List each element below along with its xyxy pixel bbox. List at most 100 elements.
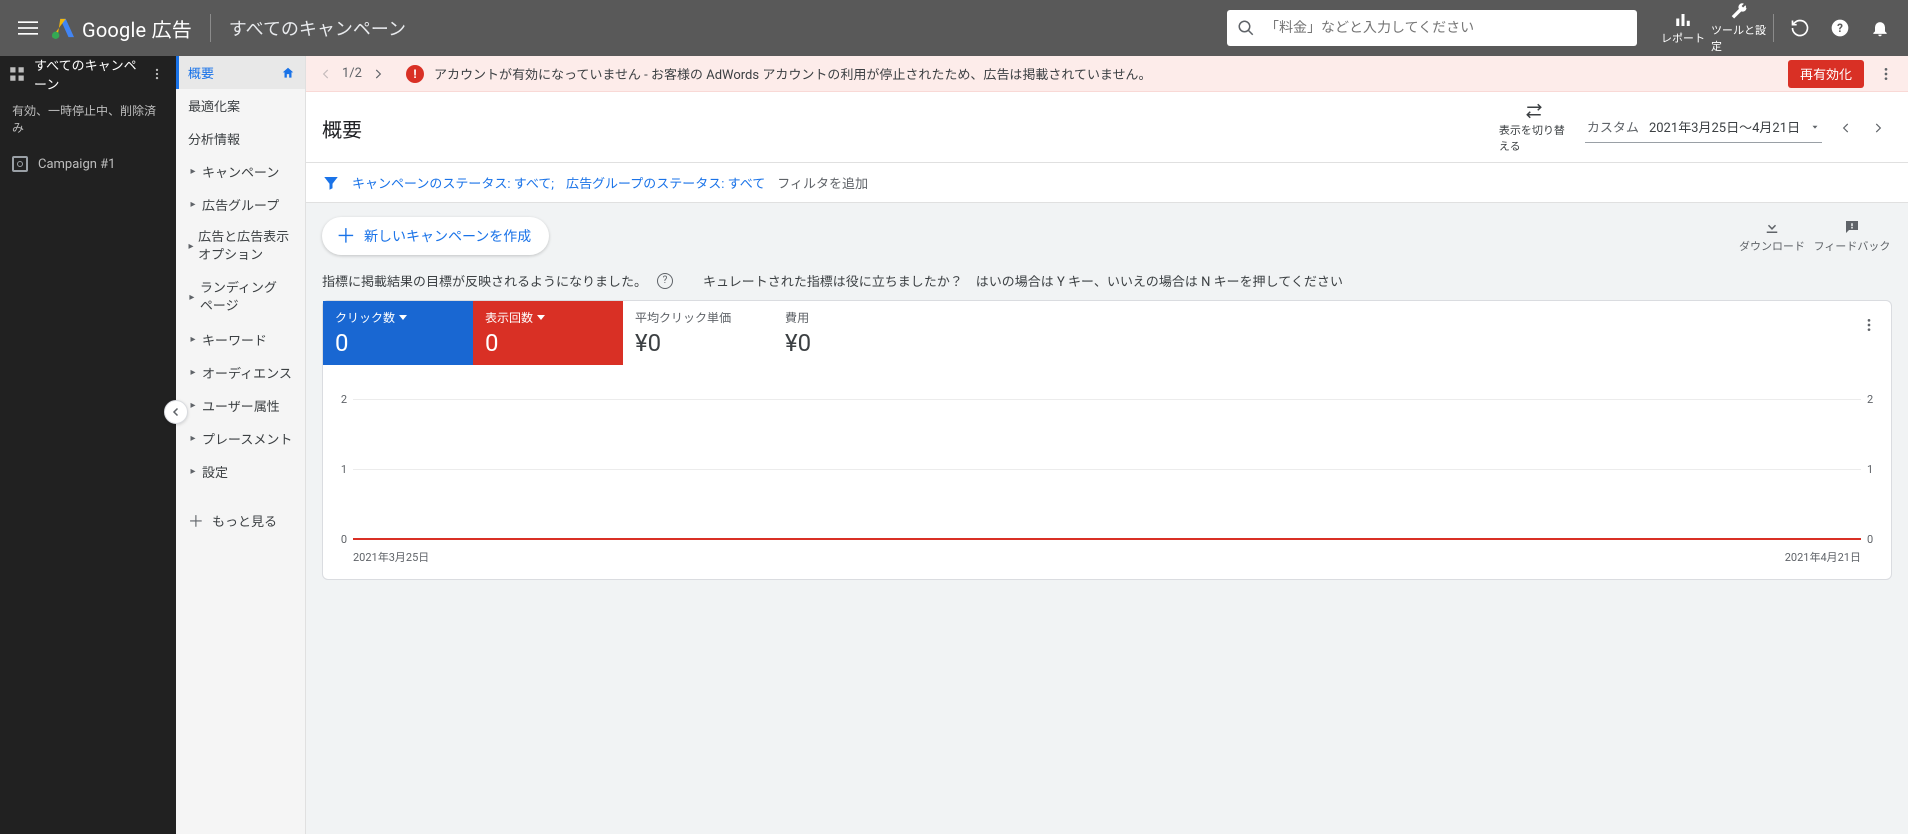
y-tick: 0 (341, 533, 347, 546)
search-input[interactable] (1265, 20, 1637, 36)
action-bar: ＋ 新しいキャンペーンを作成 ダウンロード フィードバック (306, 203, 1908, 265)
tools-settings-button[interactable]: ツールと設定 (1711, 3, 1767, 54)
nav-label: 概要 (188, 63, 214, 82)
chevron-right-icon: ▸ (188, 199, 198, 210)
new-campaign-button[interactable]: ＋ 新しいキャンペーンを作成 (322, 217, 549, 255)
nav-label: 分析情報 (188, 129, 240, 148)
chevron-right-icon: ▸ (188, 466, 198, 477)
nav-more[interactable]: ＋ もっと見る (176, 498, 305, 542)
grid-icon (8, 65, 26, 83)
divider (210, 14, 211, 42)
card-menu-button[interactable] (1855, 311, 1883, 339)
metric-label: 表示回数 (485, 309, 533, 326)
y-tick: 1 (341, 463, 347, 476)
filter-icon[interactable] (322, 174, 340, 192)
search-icon (1227, 19, 1265, 37)
nav-label: キャンペーン (202, 162, 279, 181)
nav-campaigns[interactable]: ▸キャンペーン (176, 155, 305, 188)
nav-insights[interactable]: 分析情報 (176, 122, 305, 155)
nav-ads-extensions[interactable]: ▸ 広告と広告表示オプション (176, 221, 305, 272)
home-icon (281, 66, 295, 80)
feedback-button[interactable]: フィードバック (1812, 218, 1892, 254)
notifications-button[interactable] (1860, 8, 1900, 48)
x-end-label: 2021年4月21日 (1785, 549, 1861, 565)
scope-label: すべてのキャンペーン (34, 55, 142, 93)
plus-icon: ＋ (336, 226, 356, 246)
metric-impressions[interactable]: 表示回数 0 (473, 301, 623, 365)
google-ads-logo-icon (52, 17, 74, 39)
tools-label: ツールと設定 (1711, 22, 1767, 54)
metric-label: 平均クリック単価 (635, 309, 731, 326)
date-next-button[interactable] (1864, 114, 1892, 142)
nav-label: 設定 (202, 462, 228, 481)
y-tick: 1 (1867, 463, 1873, 476)
nav-label: キーワード (202, 330, 267, 349)
date-prev-button[interactable] (1832, 114, 1860, 142)
nav-keywords[interactable]: ▸キーワード (176, 323, 305, 356)
chevron-right-icon: ▸ (188, 240, 194, 254)
status-filter[interactable]: 有効、一時停止中、削除済み (0, 92, 176, 146)
chevron-right-icon: ▸ (188, 367, 198, 378)
plus-icon: ＋ (188, 508, 204, 532)
nav-audiences[interactable]: ▸オーディエンス (176, 356, 305, 389)
series-impressions-line (353, 538, 1861, 540)
nav-demographics[interactable]: ▸ユーザー属性 (176, 389, 305, 422)
bar-chart-icon (1674, 11, 1692, 29)
scope-title: すべてのキャンペーン (229, 15, 406, 41)
nav-adgroups[interactable]: ▸広告グループ (176, 188, 305, 221)
download-label: ダウンロード (1739, 238, 1805, 254)
nav-settings[interactable]: ▸ 設定 (176, 455, 305, 488)
alert-message: アカウントが有効になっていません - お客様の AdWords アカウントの利用… (434, 64, 1788, 83)
filter-bar: キャンペーンのステータス: すべて; 広告グループのステータス: すべて フィル… (306, 163, 1908, 203)
new-campaign-label: 新しいキャンペーンを作成 (364, 226, 531, 246)
campaign-status-filter[interactable]: キャンペーンのステータス: すべて; (352, 173, 554, 192)
metric-clicks[interactable]: クリック数 0 (323, 301, 473, 365)
adgroup-status-filter[interactable]: 広告グループのステータス: すべて (566, 173, 765, 192)
banner-more-button[interactable] (1872, 60, 1900, 88)
metric-avg-cpc[interactable]: 平均クリック単価 ¥0 (623, 301, 773, 365)
help-button[interactable]: ? (1820, 8, 1860, 48)
product-logo[interactable]: Google 広告 (52, 14, 192, 43)
metric-value: ¥0 (785, 329, 911, 357)
sidebar-scope: すべてのキャンペーン 有効、一時停止中、削除済み Campaign #1 (0, 56, 176, 834)
nav-placements[interactable]: ▸ プレースメント (176, 422, 305, 455)
download-button[interactable]: ダウンロード (1732, 218, 1812, 254)
dropdown-icon (1810, 122, 1820, 132)
reports-button[interactable]: レポート (1655, 11, 1711, 46)
alert-page-indicator: 1/2 (342, 66, 362, 81)
banner-pager: 1/2 (314, 62, 390, 86)
campaign-name: Campaign #1 (38, 157, 115, 172)
nav-label: プレースメント (202, 429, 292, 448)
page-title-row: 概要 表示を切り替える カスタム 2021年3月25日～4月21日 (306, 92, 1908, 163)
nav-landing-pages[interactable]: ▸ランディング ページ (176, 272, 305, 323)
campaign-type-icon (12, 156, 28, 172)
nav-label: 広告と広告表示オプション (198, 229, 293, 264)
reports-label: レポート (1661, 30, 1705, 46)
date-range-picker[interactable]: カスタム 2021年3月25日～4月21日 (1585, 113, 1822, 143)
menu-icon[interactable] (8, 8, 48, 48)
view-toggle-button[interactable]: 表示を切り替える (1499, 102, 1569, 154)
gridline (353, 469, 1861, 470)
dropdown-icon (399, 315, 407, 320)
nav-overview[interactable]: 概要 (176, 56, 305, 89)
campaign-item[interactable]: Campaign #1 (0, 146, 176, 182)
add-filter[interactable]: フィルタを追加 (777, 173, 868, 192)
nav-label: もっと見る (212, 511, 277, 530)
svg-text:?: ? (1837, 21, 1843, 35)
swap-icon (1525, 102, 1543, 120)
nav-recommendations[interactable]: 最適化案 (176, 89, 305, 122)
reactivate-button[interactable]: 再有効化 (1788, 60, 1864, 88)
chevron-right-icon: ▸ (188, 433, 198, 444)
refresh-button[interactable] (1780, 8, 1820, 48)
search-box[interactable] (1227, 10, 1637, 46)
metric-value: 0 (485, 329, 611, 357)
help-icon[interactable]: ? (657, 273, 673, 289)
prev-alert-button[interactable] (314, 62, 338, 86)
next-alert-button[interactable] (366, 62, 390, 86)
collapse-nav-button[interactable] (164, 400, 188, 424)
more-icon[interactable] (150, 67, 168, 81)
scope-selector[interactable]: すべてのキャンペーン (0, 56, 176, 92)
nav-label: 最適化案 (188, 96, 240, 115)
metric-cost[interactable]: 費用 ¥0 (773, 301, 923, 365)
overview-card: クリック数 0 表示回数 0 平均クリック単価 ¥0 費用 ¥0 (322, 300, 1892, 580)
